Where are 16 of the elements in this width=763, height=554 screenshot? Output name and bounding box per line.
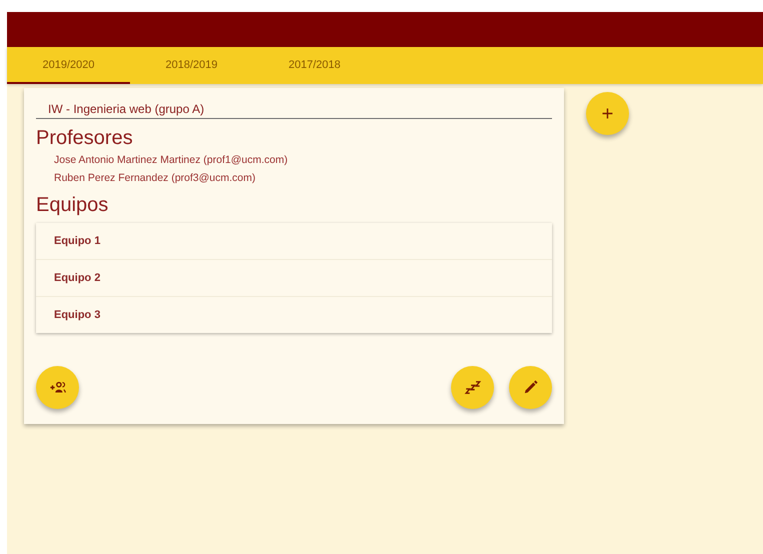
tab[interactable]: 2019/2020 bbox=[7, 47, 130, 84]
course-field[interactable]: IW - Ingenieria web (grupo A) bbox=[36, 100, 552, 119]
team-item[interactable]: Equipo 3 bbox=[36, 297, 552, 333]
tab[interactable]: 2018/2019 bbox=[130, 47, 253, 84]
section-title: Profesores bbox=[36, 127, 134, 150]
teacher-item: Ruben Perez Fernandez (prof3@ucm.com) bbox=[53, 171, 256, 186]
team-item[interactable]: Equipo 2 bbox=[36, 260, 552, 297]
sleep-icon bbox=[464, 379, 481, 396]
edit-button[interactable] bbox=[509, 366, 552, 409]
add-members-button[interactable] bbox=[36, 366, 79, 409]
snooze-button[interactable] bbox=[451, 366, 494, 409]
team-item[interactable]: Equipo 1 bbox=[36, 223, 552, 260]
tab[interactable]: 2017/2018 bbox=[253, 47, 376, 84]
teacher-item: Jose Antonio Martinez Martinez (prof1@ucm.com) bbox=[53, 153, 289, 168]
section-title: Equipos bbox=[36, 194, 110, 217]
pencil-icon bbox=[522, 379, 539, 396]
